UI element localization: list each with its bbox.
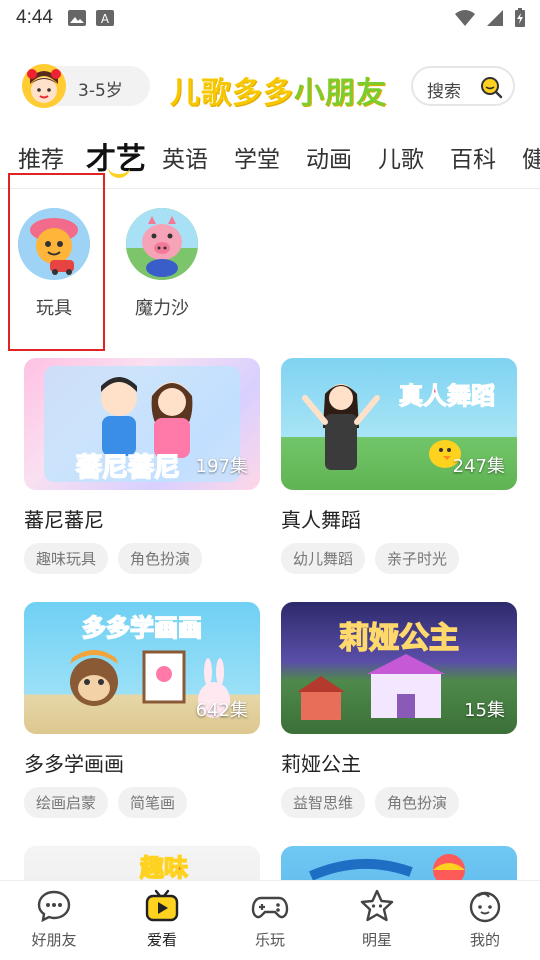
star-icon xyxy=(360,889,394,922)
category-label: 魔力沙 xyxy=(135,298,189,319)
thumbnail-art-text: 趣味 xyxy=(139,854,188,882)
child-avatar-icon xyxy=(22,64,66,108)
thumbnail-art-text: 真人舞蹈 xyxy=(399,382,495,410)
card-title: 蕃尼蕃尼 xyxy=(24,508,104,532)
nav-watch[interactable]: 爱看 xyxy=(117,889,207,950)
tag[interactable]: 简笔画 xyxy=(118,787,188,818)
episode-count: 642集 xyxy=(195,700,248,721)
nav-mine[interactable]: 我的 xyxy=(440,889,530,950)
pink-pig-icon xyxy=(126,208,198,280)
card-title: 莉娅公主 xyxy=(281,752,361,776)
wifi-icon xyxy=(455,10,475,26)
tab-health[interactable]: 健 xyxy=(522,140,540,174)
tag[interactable]: 幼儿舞蹈 xyxy=(281,543,366,574)
video-thumbnail: 蕃尼蕃尼 197集 xyxy=(24,358,260,490)
battery-icon xyxy=(515,8,525,27)
nav-label: 爱看 xyxy=(146,931,177,949)
nav-label: 明星 xyxy=(361,931,392,949)
nav-stars[interactable]: 明星 xyxy=(332,889,422,950)
tab-encyclopedia[interactable]: 百科 xyxy=(450,140,496,174)
gamepad-icon xyxy=(251,896,289,919)
status-bar: 4:44 A xyxy=(0,0,540,36)
nav-label: 好朋友 xyxy=(31,931,77,949)
app-title-green: 小朋友 xyxy=(294,76,387,111)
thumbnail-art-text: 莉娅公主 xyxy=(339,621,459,656)
tab-songs[interactable]: 儿歌 xyxy=(378,140,424,174)
thumbnail-art-text: 蕃尼蕃尼 xyxy=(76,453,180,483)
tab-recommend[interactable]: 推荐 xyxy=(18,140,64,174)
app-screen: 4:44 A 3-5岁 儿歌多多小朋友 搜索 推荐 才艺 英语 学堂 动画 儿歌… xyxy=(0,0,540,960)
search-label: 搜索 xyxy=(427,82,461,102)
episode-count: 15集 xyxy=(464,700,505,721)
nav-label: 我的 xyxy=(469,931,500,949)
bottom-navigation: 好朋友 爱看 乐玩 明星 我的 xyxy=(0,880,540,960)
video-card[interactable]: 真人舞蹈 247集 真人舞蹈 幼儿舞蹈 亲子时光 xyxy=(281,358,517,574)
svg-text:A: A xyxy=(101,12,110,26)
tv-icon xyxy=(145,889,179,922)
nav-play[interactable]: 乐玩 xyxy=(225,889,315,950)
app-title-yellow: 儿歌多多 xyxy=(170,76,294,111)
kid-face-icon xyxy=(469,891,501,923)
tag[interactable]: 角色扮演 xyxy=(118,543,203,574)
chat-bubble-icon xyxy=(37,890,71,923)
episode-count: 197集 xyxy=(195,456,248,477)
nav-label: 乐玩 xyxy=(254,931,285,949)
tag-list: 绘画启蒙 简笔画 xyxy=(24,787,260,818)
selection-highlight-box xyxy=(8,173,105,351)
video-card[interactable]: 莉娅公主 15集 莉娅公主 益智思维 角色扮演 xyxy=(281,602,517,818)
video-card[interactable]: 蕃尼蕃尼 197集 蕃尼蕃尼 趣味玩具 角色扮演 xyxy=(24,358,260,574)
thumbnail-art-text: 多多学画画 xyxy=(82,614,202,642)
age-selector[interactable]: 3-5岁 xyxy=(22,64,150,108)
search-icon xyxy=(481,77,503,99)
tag[interactable]: 亲子时光 xyxy=(375,543,460,574)
text-notification-icon: A xyxy=(95,10,114,26)
tag[interactable]: 趣味玩具 xyxy=(24,543,109,574)
signal-icon xyxy=(487,10,503,26)
tab-animation[interactable]: 动画 xyxy=(306,140,352,174)
image-notification-icon xyxy=(67,10,86,26)
tab-school[interactable]: 学堂 xyxy=(234,140,280,174)
status-right-icons xyxy=(454,8,526,28)
child-avatar xyxy=(22,64,66,108)
video-card[interactable]: 多多学画画 642集 多多学画画 绘画启蒙 简笔画 xyxy=(24,602,260,818)
episode-count: 247集 xyxy=(452,456,505,477)
header-bar: 3-5岁 儿歌多多小朋友 搜索 xyxy=(0,60,540,112)
video-thumbnail: 真人舞蹈 247集 xyxy=(281,358,517,490)
video-thumbnail: 莉娅公主 15集 xyxy=(281,602,517,734)
status-time: 4:44 xyxy=(16,7,53,28)
search-button[interactable]: 搜索 xyxy=(411,66,515,106)
app-title: 儿歌多多小朋友 xyxy=(170,68,387,112)
age-label: 3-5岁 xyxy=(78,81,123,101)
tag[interactable]: 益智思维 xyxy=(281,787,366,818)
tag-list: 趣味玩具 角色扮演 xyxy=(24,543,260,574)
tab-english[interactable]: 英语 xyxy=(162,140,208,174)
video-thumbnail: 多多学画画 642集 xyxy=(24,602,260,734)
tag-list: 幼儿舞蹈 亲子时光 xyxy=(281,543,517,574)
card-title: 真人舞蹈 xyxy=(281,508,361,532)
category-magic-sand[interactable]: 魔力沙 xyxy=(122,208,202,320)
tag[interactable]: 角色扮演 xyxy=(375,787,460,818)
tag[interactable]: 绘画启蒙 xyxy=(24,787,109,818)
card-title: 多多学画画 xyxy=(24,752,124,776)
tag-list: 益智思维 角色扮演 xyxy=(281,787,517,818)
nav-friends[interactable]: 好朋友 xyxy=(9,889,99,950)
